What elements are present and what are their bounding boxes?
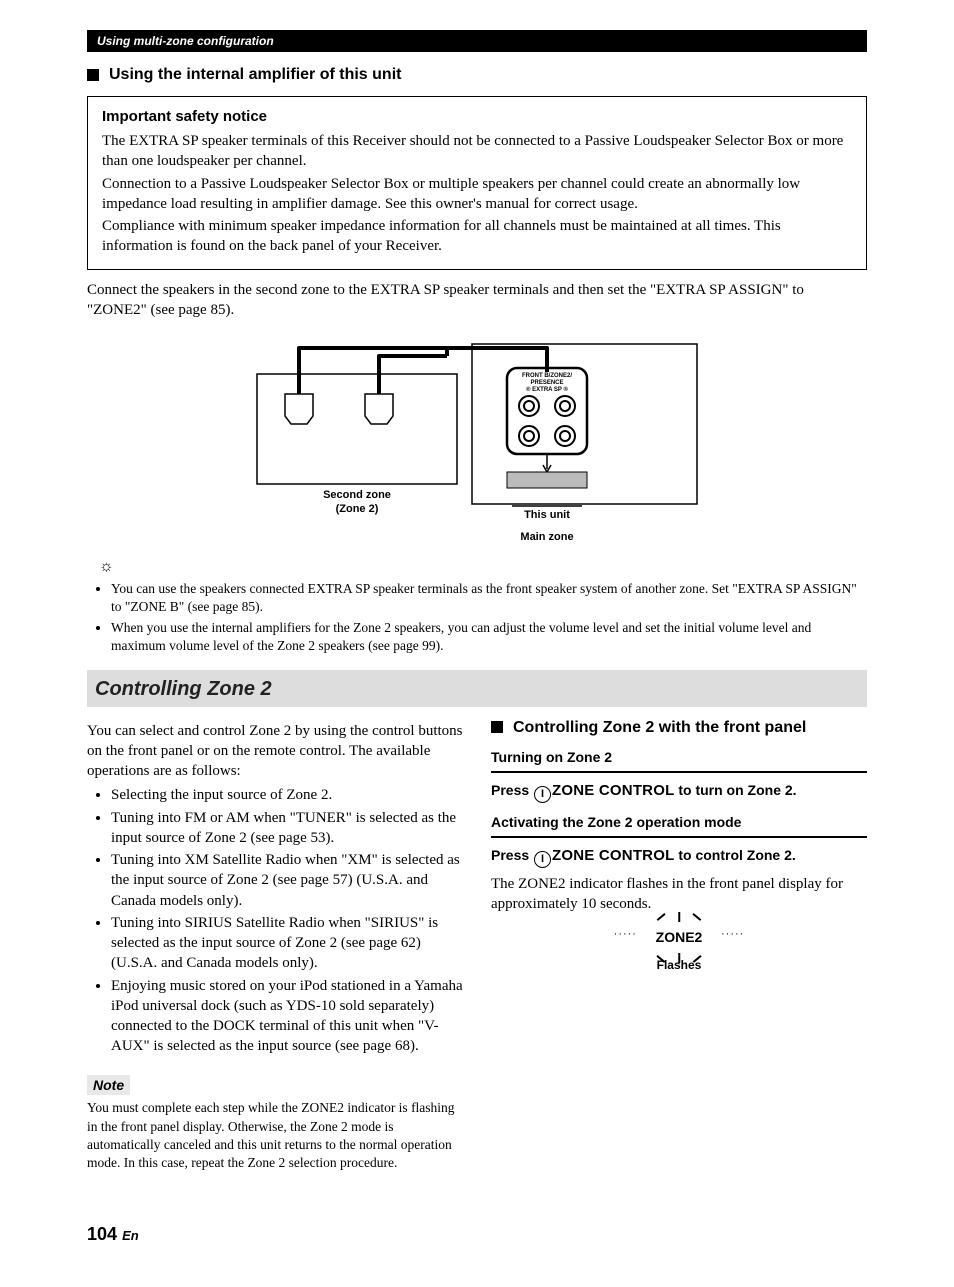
note-label: Note — [87, 1075, 130, 1096]
subheading-activating: Activating the Zone 2 operation mode — [491, 813, 867, 832]
tip-item: You can use the speakers connected EXTRA… — [111, 580, 867, 616]
this-unit-label: This unit — [524, 509, 570, 521]
step-circle-icon: I — [534, 786, 551, 803]
tip-item: When you use the internal amplifiers for… — [111, 619, 867, 655]
notice-paragraph: The EXTRA SP speaker terminals of this R… — [102, 131, 852, 172]
page-number: 104 En — [87, 1222, 867, 1246]
safety-notice-box: Important safety notice The EXTRA SP spe… — [87, 96, 867, 270]
second-zone-label2: (Zone 2) — [336, 503, 379, 515]
wiring-diagram: FRONT B/ZONE2/ PRESENCE ® EXTRA SP ® Sec… — [247, 334, 707, 544]
page-lang: En — [122, 1228, 139, 1243]
intro-paragraph: You can select and control Zone 2 by usi… — [87, 721, 463, 782]
divider — [491, 836, 867, 838]
flash-diagram: ZONE2 Flashes — [599, 924, 759, 973]
zone2-indicator: ZONE2 — [648, 924, 711, 951]
instruction-turn-on: Press IZONE CONTROL to turn on Zone 2. — [491, 781, 867, 803]
instr-button-name: ZONE CONTROL — [552, 847, 674, 864]
panel-label: PRESENCE — [530, 380, 563, 386]
panel-label: FRONT B/ZONE2/ — [522, 373, 572, 379]
bullet-square-icon — [491, 721, 503, 733]
instr-prefix: Press — [491, 847, 533, 863]
operation-item: Selecting the input source of Zone 2. — [111, 785, 463, 805]
heading-internal-amp: Using the internal amplifier of this uni… — [87, 64, 867, 86]
instr-suffix: to control Zone 2. — [674, 847, 795, 863]
panel-label: ® EXTRA SP ® — [526, 386, 568, 393]
instr-suffix: to turn on Zone 2. — [674, 782, 796, 798]
step-circle-icon: I — [534, 851, 551, 868]
instr-button-name: ZONE CONTROL — [552, 782, 674, 799]
main-zone-label: Main zone — [520, 531, 573, 543]
note-text: You must complete each step while the ZO… — [87, 1099, 463, 1172]
connect-instruction: Connect the speakers in the second zone … — [87, 280, 867, 321]
heading-front-panel: Controlling Zone 2 with the front panel — [491, 717, 867, 739]
page-number-value: 104 — [87, 1224, 117, 1244]
operation-item: Tuning into SIRIUS Satellite Radio when … — [111, 913, 463, 974]
zone2-text: ZONE2 — [656, 929, 703, 945]
operation-item: Tuning into FM or AM when "TUNER" is sel… — [111, 808, 463, 849]
right-column: Controlling Zone 2 with the front panel … — [491, 717, 867, 1173]
tip-list: You can use the speakers connected EXTRA… — [87, 580, 867, 656]
notice-paragraph: Compliance with minimum speaker impedanc… — [102, 216, 852, 257]
subheading-turning-on: Turning on Zone 2 — [491, 748, 867, 767]
heading-text: Controlling Zone 2 with the front panel — [513, 717, 806, 739]
instruction-control: Press IZONE CONTROL to control Zone 2. — [491, 846, 867, 868]
instr-prefix: Press — [491, 782, 533, 798]
left-column: You can select and control Zone 2 by usi… — [87, 717, 463, 1173]
breadcrumb-header: Using multi-zone configuration — [87, 30, 867, 52]
divider — [491, 771, 867, 773]
second-zone-label: Second zone — [323, 489, 391, 501]
notice-title: Important safety notice — [102, 107, 852, 127]
heading-text: Using the internal amplifier of this uni… — [109, 64, 401, 86]
tip-icon: ☼ — [99, 556, 867, 578]
operations-list: Selecting the input source of Zone 2. Tu… — [87, 785, 463, 1056]
section-banner: Controlling Zone 2 — [87, 670, 867, 707]
operation-item: Tuning into XM Satellite Radio when "XM"… — [111, 850, 463, 911]
operation-item: Enjoying music stored on your iPod stati… — [111, 976, 463, 1057]
notice-paragraph: Connection to a Passive Loudspeaker Sele… — [102, 174, 852, 215]
body-text: The ZONE2 indicator flashes in the front… — [491, 874, 867, 915]
section-banner-text: Controlling Zone 2 — [95, 678, 272, 700]
bullet-square-icon — [87, 69, 99, 81]
